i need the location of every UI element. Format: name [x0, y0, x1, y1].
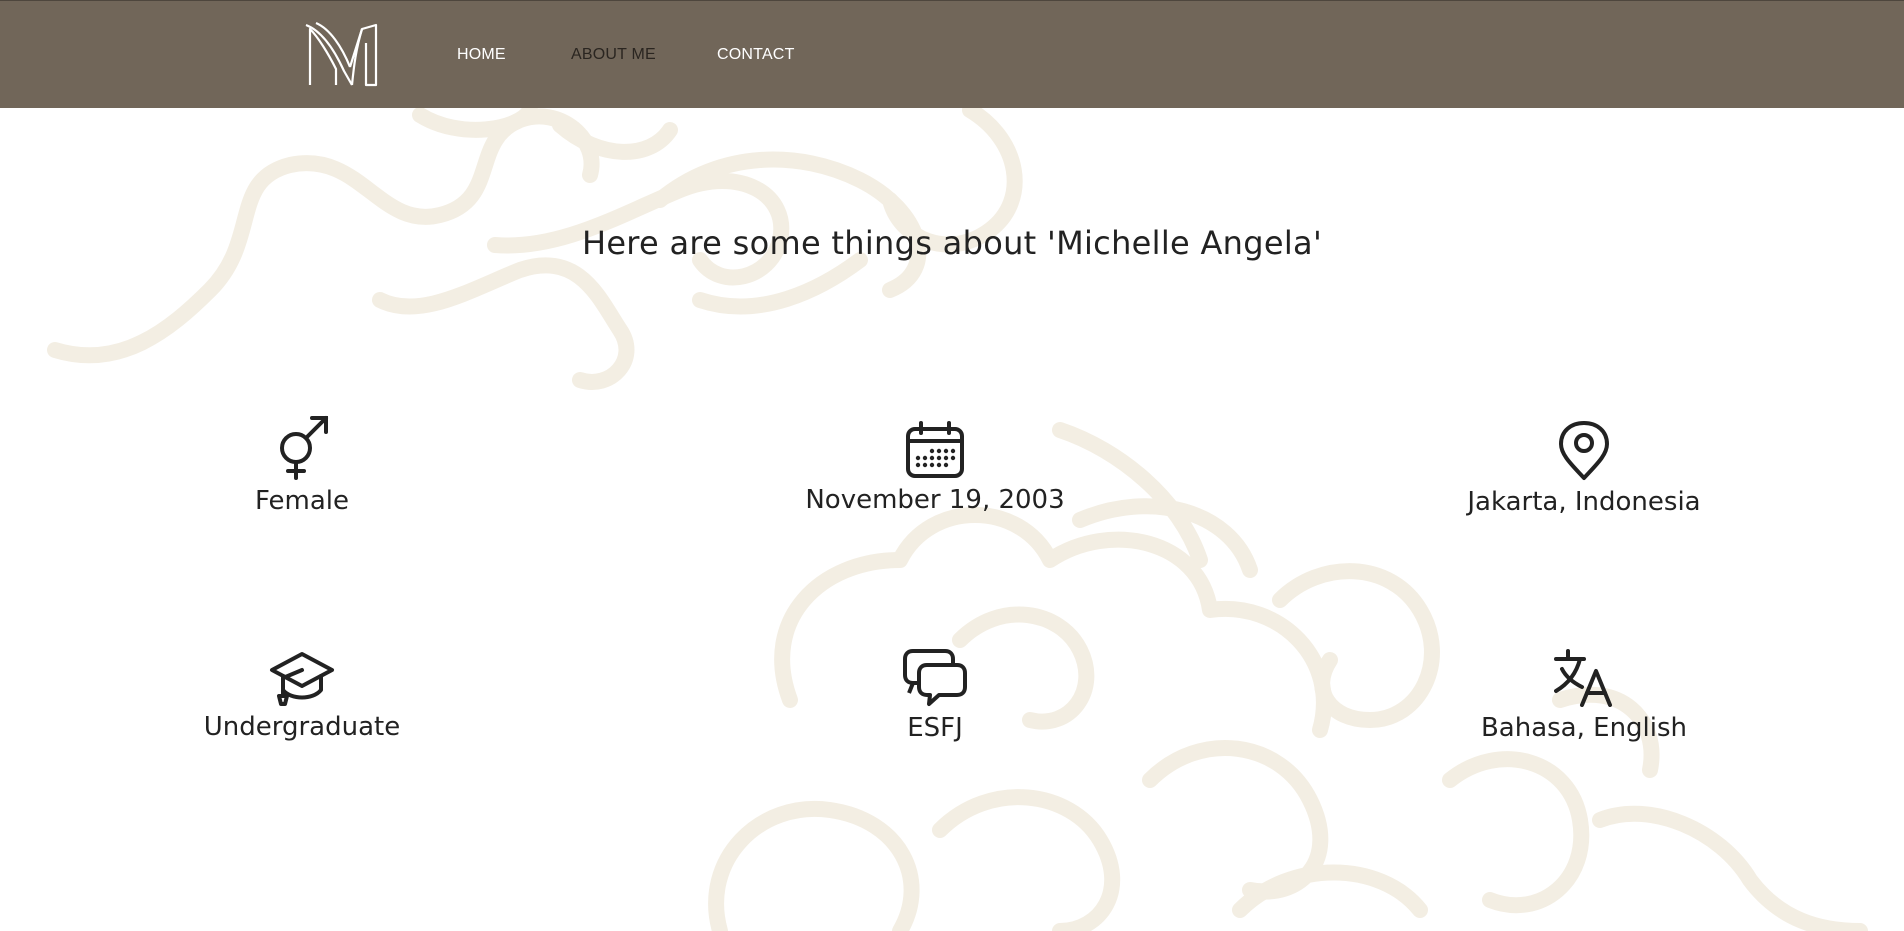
fact-label: Jakarta, Indonesia: [1467, 487, 1701, 517]
fact-label: November 19, 2003: [805, 485, 1065, 515]
calendar-icon: [906, 421, 964, 478]
fact-item-education: Undergraduate: [92, 650, 512, 742]
chat-bubbles-icon: [903, 649, 967, 706]
translate-icon: [1554, 649, 1612, 707]
fact-item-location: Jakarta, Indonesia: [1374, 421, 1794, 517]
fact-label: Bahasa, English: [1480, 713, 1688, 743]
nav-link-about-me[interactable]: ABOUT ME: [571, 46, 656, 64]
fact-item-languages: Bahasa, English: [1374, 649, 1794, 743]
top-navbar: HOME ABOUT ME CONTACT: [0, 0, 1904, 108]
page-title: Here are some things about 'Michelle Ang…: [581, 224, 1323, 262]
location-pin-icon: [1559, 421, 1609, 480]
fact-item-birthday: November 19, 2003: [725, 421, 1145, 515]
nav-link-home[interactable]: HOME: [457, 46, 506, 64]
nav-link-contact[interactable]: CONTACT: [717, 46, 795, 64]
gender-icon: [280, 416, 328, 480]
m-logo-icon[interactable]: [304, 19, 384, 89]
fact-item-gender: Female: [92, 412, 512, 516]
fact-item-personality: ESFJ: [725, 649, 1145, 743]
fact-label: Female: [254, 486, 349, 516]
fact-label: ESFJ: [907, 713, 963, 743]
fact-label: Undergraduate: [203, 712, 401, 742]
graduation-cap-icon: [270, 652, 334, 706]
about-page: HOME ABOUT ME CONTACT Here are some thin…: [0, 0, 1904, 931]
